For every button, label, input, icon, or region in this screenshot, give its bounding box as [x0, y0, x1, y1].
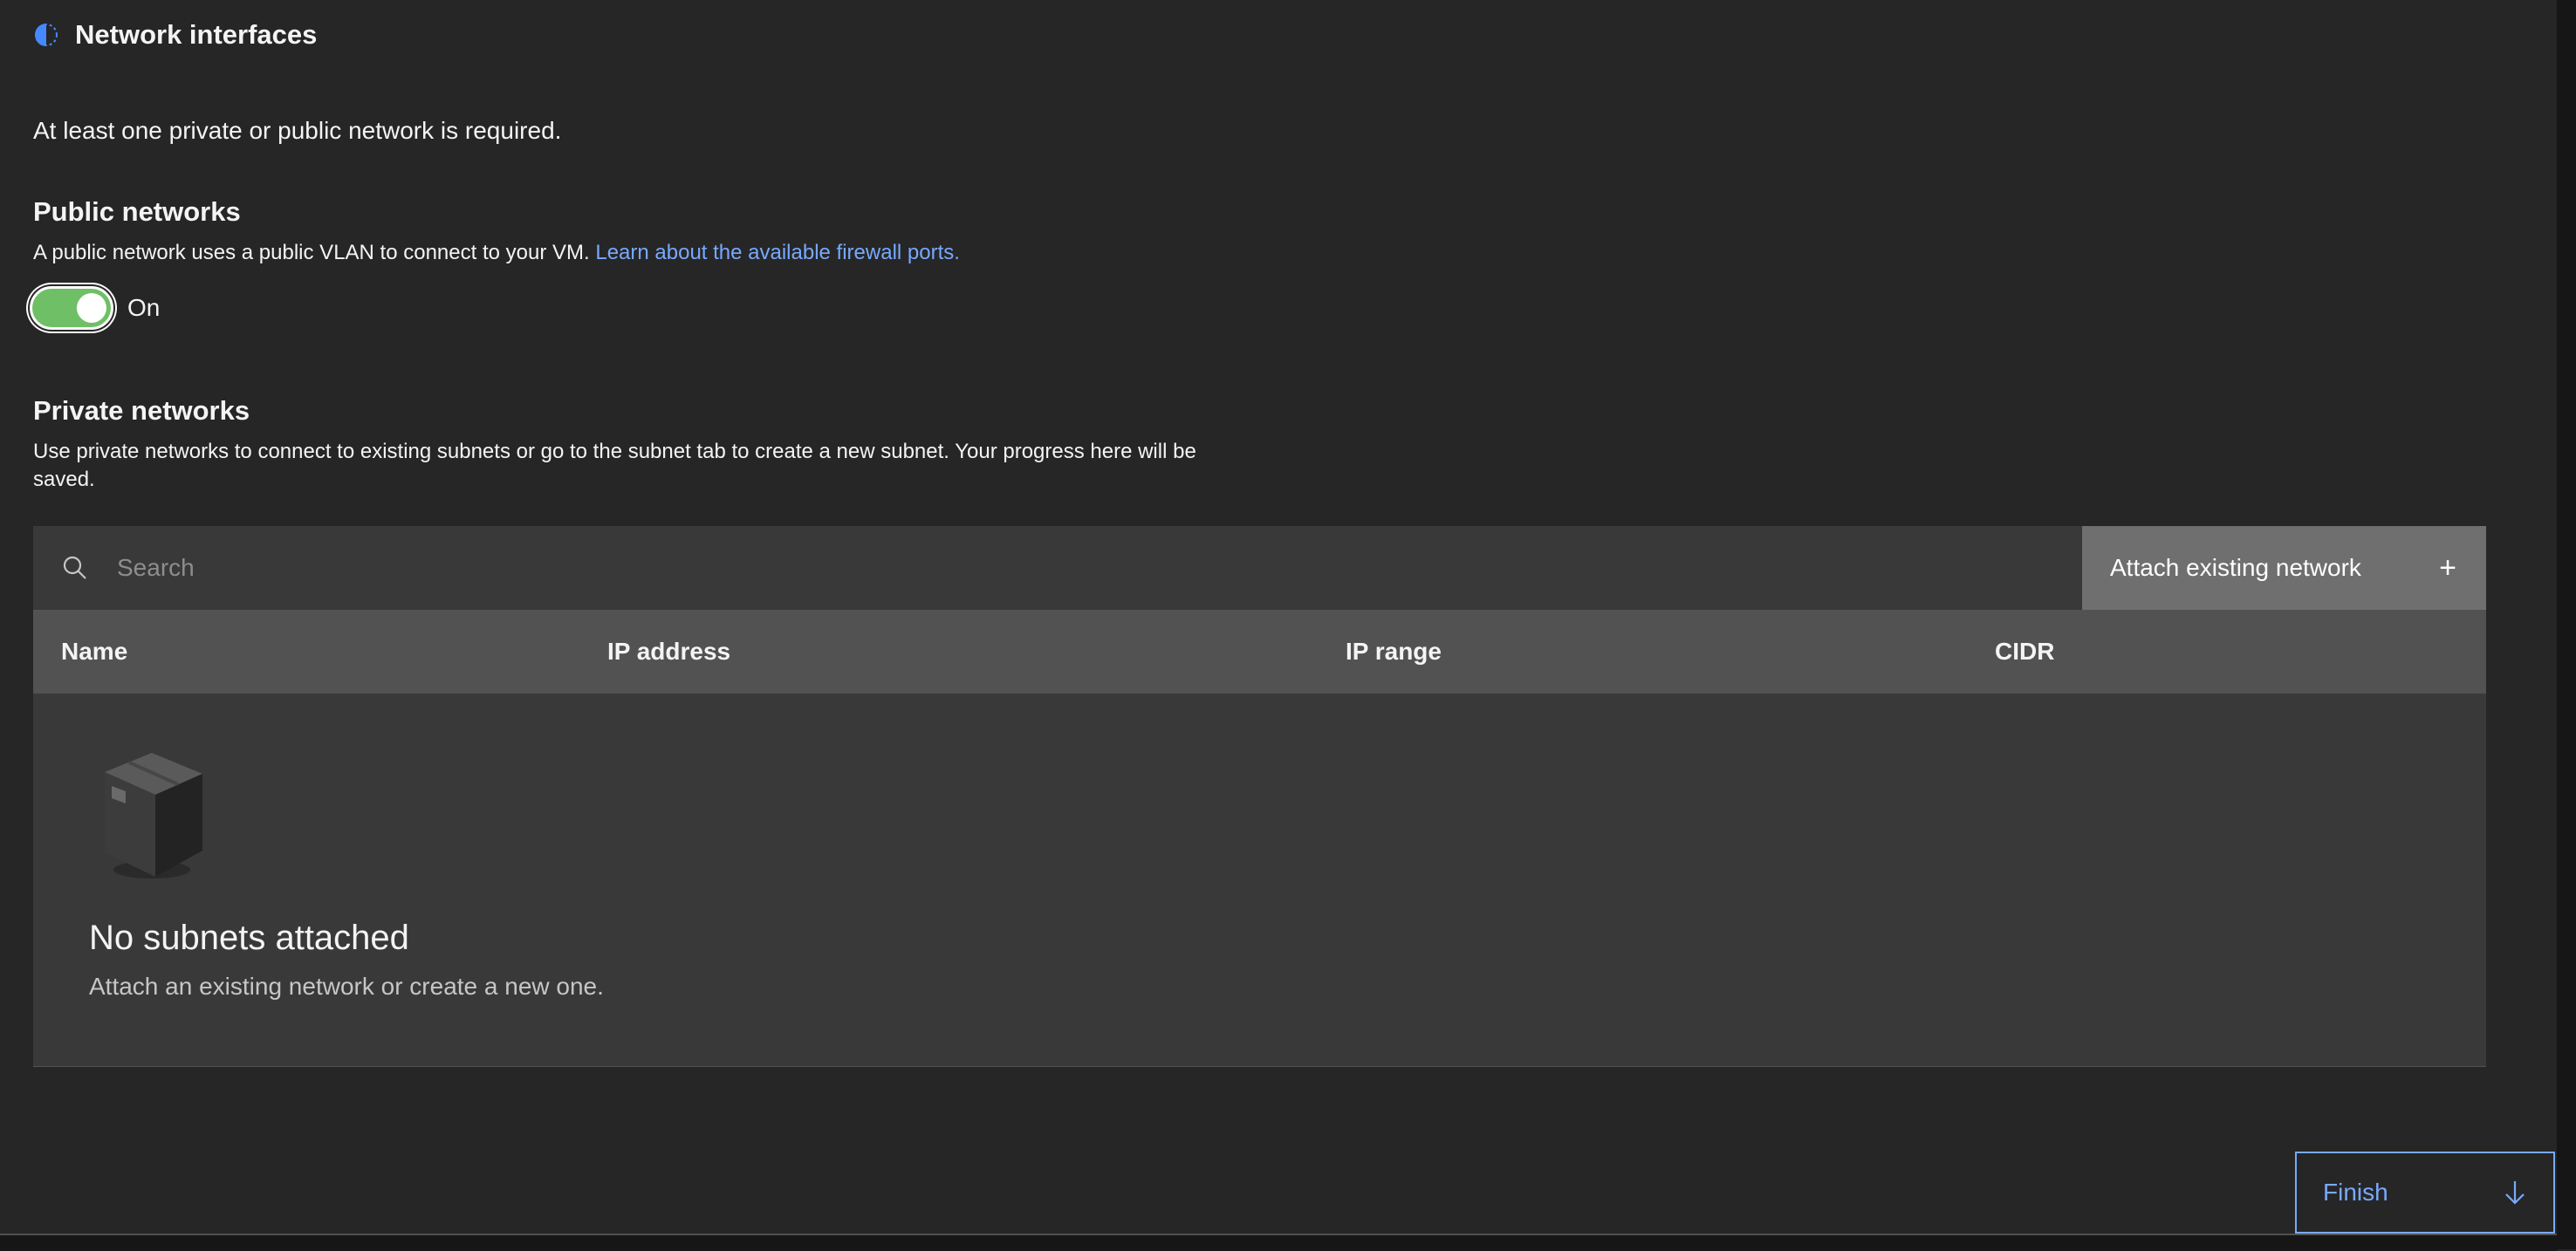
plus-icon: +: [2439, 551, 2456, 584]
requirement-note: At least one private or public network i…: [33, 117, 562, 144]
half-circle-status-icon: [35, 24, 58, 46]
table-divider: [33, 1066, 2486, 1067]
subnets-table: Attach existing network + Name IP addres…: [33, 526, 2486, 1067]
empty-box-icon: [105, 753, 202, 878]
empty-state-title: No subnets attached: [89, 919, 409, 957]
public-network-toggle-row: On: [30, 286, 160, 330]
arrow-down-icon: [2505, 1181, 2525, 1205]
empty-state-description: Attach an existing network or create a n…: [89, 973, 604, 1000]
search-container: [33, 526, 2082, 610]
bottom-bar: [0, 1234, 2557, 1251]
toggle-knob: [77, 293, 106, 323]
finish-button-label: Finish: [2323, 1179, 2388, 1206]
page-title-row: Network interfaces: [33, 17, 317, 52]
firewall-ports-link[interactable]: Learn about the available firewall ports…: [595, 241, 960, 264]
page-title: Network interfaces: [75, 19, 318, 50]
private-networks-heading: Private networks: [33, 395, 250, 426]
table-toolbar: Attach existing network +: [33, 526, 2486, 610]
column-header-cidr[interactable]: CIDR: [1995, 638, 2054, 666]
private-networks-description: Use private networks to connect to exist…: [33, 440, 1196, 491]
column-header-name[interactable]: Name: [61, 638, 127, 666]
search-icon: [63, 556, 86, 579]
column-header-ip-range[interactable]: IP range: [1346, 638, 1442, 666]
attach-button-label: Attach existing network: [2110, 554, 2361, 581]
public-networks-description-text: A public network uses a public VLAN to c…: [33, 241, 590, 264]
table-header-row: Name IP address IP range CIDR: [33, 610, 2486, 694]
finish-button[interactable]: Finish: [2295, 1152, 2555, 1234]
scrollbar[interactable]: [2557, 0, 2576, 1249]
attach-existing-network-button[interactable]: Attach existing network +: [2082, 526, 2486, 610]
column-header-ip-address[interactable]: IP address: [607, 638, 730, 666]
public-network-toggle[interactable]: [30, 286, 113, 330]
public-networks-description: A public network uses a public VLAN to c…: [33, 241, 960, 265]
toggle-state-label: On: [127, 294, 161, 321]
public-networks-heading: Public networks: [33, 196, 241, 227]
empty-state: No subnets attached Attach an existing n…: [33, 694, 2486, 1067]
search-input[interactable]: [115, 553, 991, 583]
